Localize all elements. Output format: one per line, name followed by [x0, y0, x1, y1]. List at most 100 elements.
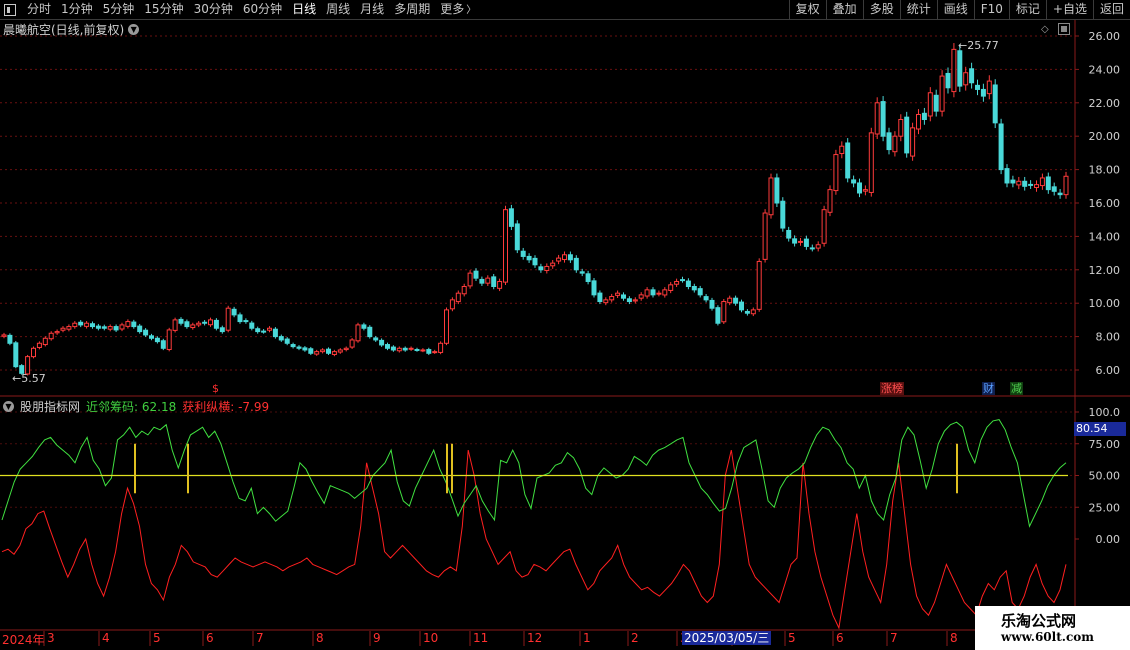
x-axis-month: 12: [527, 631, 543, 645]
candle-body: [727, 297, 733, 304]
candle-body: [349, 339, 355, 348]
candle-body: [66, 326, 72, 330]
y-tick-label: 24.00: [1089, 63, 1121, 76]
candle-body: [621, 294, 626, 299]
candle-body: [780, 200, 786, 229]
candle-body: [680, 279, 685, 282]
candle-body: [1028, 183, 1034, 186]
candle-body: [585, 273, 591, 282]
candle-body: [656, 292, 662, 295]
candle-body: [992, 84, 998, 124]
candle-body: [497, 280, 503, 289]
candle-body: [508, 208, 514, 227]
candle-body: [857, 182, 862, 194]
candle-body: [638, 294, 644, 299]
y-tick-label: 8.00: [1096, 331, 1121, 344]
candle-body: [414, 349, 420, 352]
candle-body: [904, 116, 910, 154]
x-axis-month: 5: [788, 631, 796, 645]
x-axis-month: 11: [473, 631, 489, 645]
candle-body: [237, 314, 243, 323]
stock-chart[interactable]: 26.0024.0022.0020.0018.0016.0014.0012.00…: [0, 0, 1130, 650]
candle-body: [90, 323, 95, 328]
candle-body: [503, 209, 508, 283]
candle-body: [975, 84, 980, 90]
x-axis: 2024年 345678910111212345678: [0, 631, 1075, 650]
x-axis-month: 7: [256, 631, 264, 645]
candle-body: [892, 135, 898, 153]
candle-body: [190, 324, 196, 329]
candle-body: [1057, 192, 1063, 196]
candle-body: [367, 326, 373, 338]
candle-body: [7, 334, 13, 344]
candle-body: [662, 289, 668, 296]
candle-body: [951, 48, 957, 93]
candle-body: [479, 278, 485, 284]
candle-body: [573, 257, 579, 271]
event-cai-badge[interactable]: 财: [982, 382, 995, 395]
candle-body: [550, 262, 556, 267]
candle-body: [444, 309, 449, 344]
candle-body: [809, 247, 815, 250]
candle-body: [792, 238, 798, 244]
candle-body: [72, 322, 78, 328]
candle-body: [1034, 184, 1039, 188]
candle-body: [390, 346, 396, 351]
x-axis-month: 8: [950, 631, 958, 645]
candle-body: [839, 145, 845, 155]
candle-body: [178, 318, 184, 324]
candle-body: [674, 280, 680, 285]
dollar-event-marker[interactable]: $: [212, 382, 219, 395]
candle-body: [396, 347, 402, 352]
y-tick-label: 20.00: [1089, 130, 1121, 143]
candle-body: [13, 342, 19, 368]
candle-body: [491, 276, 497, 287]
candle-body: [933, 94, 939, 112]
candle-body: [774, 177, 780, 204]
chevron-down-icon[interactable]: ▼: [3, 401, 14, 412]
candle-body: [119, 324, 125, 330]
candle-body: [137, 325, 143, 333]
candle-body: [998, 123, 1004, 171]
candle-body: [526, 255, 532, 261]
candle-body: [632, 299, 638, 302]
candle-body: [308, 348, 314, 354]
candle-body: [591, 280, 597, 296]
candle-body: [715, 307, 721, 324]
candle-body: [538, 266, 544, 271]
candle-body: [762, 212, 768, 260]
candle-body: [556, 257, 562, 262]
x-axis-month: 9: [373, 631, 381, 645]
candle-body: [927, 92, 933, 117]
event-jian-badge[interactable]: 减: [1010, 382, 1023, 395]
candle-body: [225, 307, 231, 331]
candle-body: [231, 308, 237, 316]
candle-body: [980, 88, 986, 97]
candle-body: [567, 254, 573, 261]
candle-body: [603, 299, 609, 304]
candle-body: [278, 336, 284, 341]
candle-body: [1, 334, 7, 337]
candle-body: [685, 280, 691, 288]
y-tick-label: 6.00: [1096, 364, 1121, 377]
x-axis-month: 5: [153, 631, 161, 645]
candle-body: [101, 326, 107, 329]
candle-body: [143, 329, 149, 336]
candle-body: [691, 286, 697, 291]
candle-body: [202, 321, 208, 324]
candle-body: [296, 346, 302, 349]
y-tick-label: 26.00: [1089, 30, 1121, 43]
event-zhangbang-badge[interactable]: 涨榜: [880, 382, 904, 395]
ind-y-tick-label: 50.00: [1089, 470, 1121, 483]
low-price-label: ←5.57: [12, 372, 46, 385]
watermark-title: 乐淘公式网: [1001, 612, 1077, 630]
candle-body: [36, 342, 42, 348]
indicator-green-line: [1, 419, 1067, 528]
ind-y-tick-label: 100.0: [1089, 406, 1121, 419]
candle-body: [910, 127, 916, 157]
candle-body: [314, 351, 320, 355]
candle-body: [302, 347, 308, 351]
candle-body: [514, 223, 520, 251]
candle-body: [172, 319, 178, 331]
candle-body: [455, 292, 461, 303]
